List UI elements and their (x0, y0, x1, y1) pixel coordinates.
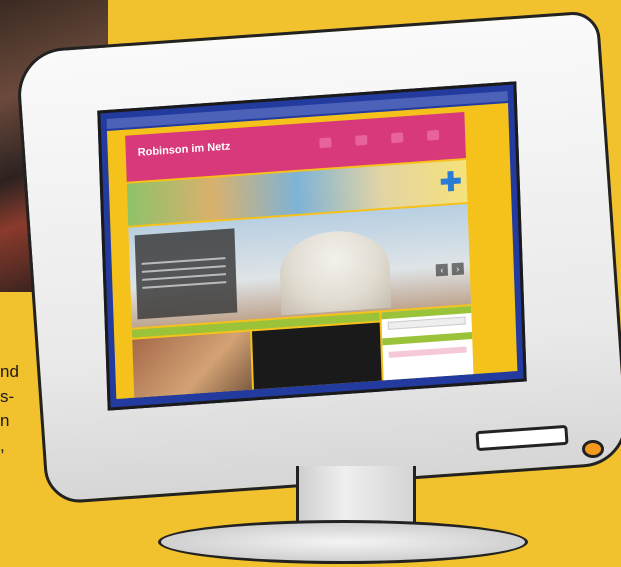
nav-item[interactable] (319, 137, 332, 149)
side-text-line: nd (0, 362, 19, 381)
sidebar-header (382, 332, 473, 346)
sidebar-link[interactable] (388, 346, 467, 358)
chevron-right-icon[interactable]: › (451, 262, 464, 276)
sidebar (381, 306, 474, 383)
caption-text-line (141, 265, 226, 273)
side-text-line: s- (0, 386, 15, 406)
side-text: nd s- n , (0, 360, 40, 458)
plus-icon[interactable] (440, 170, 461, 191)
caption-text-line (142, 281, 227, 289)
caption-text-line (142, 273, 227, 281)
nav-item[interactable] (355, 134, 368, 146)
website-page: Robinson im Netz ‹ › (106, 102, 518, 400)
site-title[interactable]: Robinson im Netz (138, 140, 231, 158)
monitor-stand-base (158, 520, 528, 564)
article-thumbnail[interactable] (251, 322, 382, 392)
sidebar-select[interactable] (387, 316, 466, 330)
article-thumbnail[interactable] (132, 331, 253, 400)
taj-mahal-image (278, 227, 392, 316)
slider-caption (134, 228, 238, 320)
nav-item[interactable] (426, 129, 440, 141)
caption-text-line (141, 257, 226, 265)
nav-item[interactable] (391, 132, 404, 144)
power-button[interactable] (582, 440, 604, 458)
side-text-line: , (0, 435, 5, 455)
chevron-left-icon[interactable]: ‹ (435, 263, 449, 277)
monitor-screen: Robinson im Netz ‹ › (97, 81, 527, 411)
side-text-line: n (0, 411, 10, 430)
